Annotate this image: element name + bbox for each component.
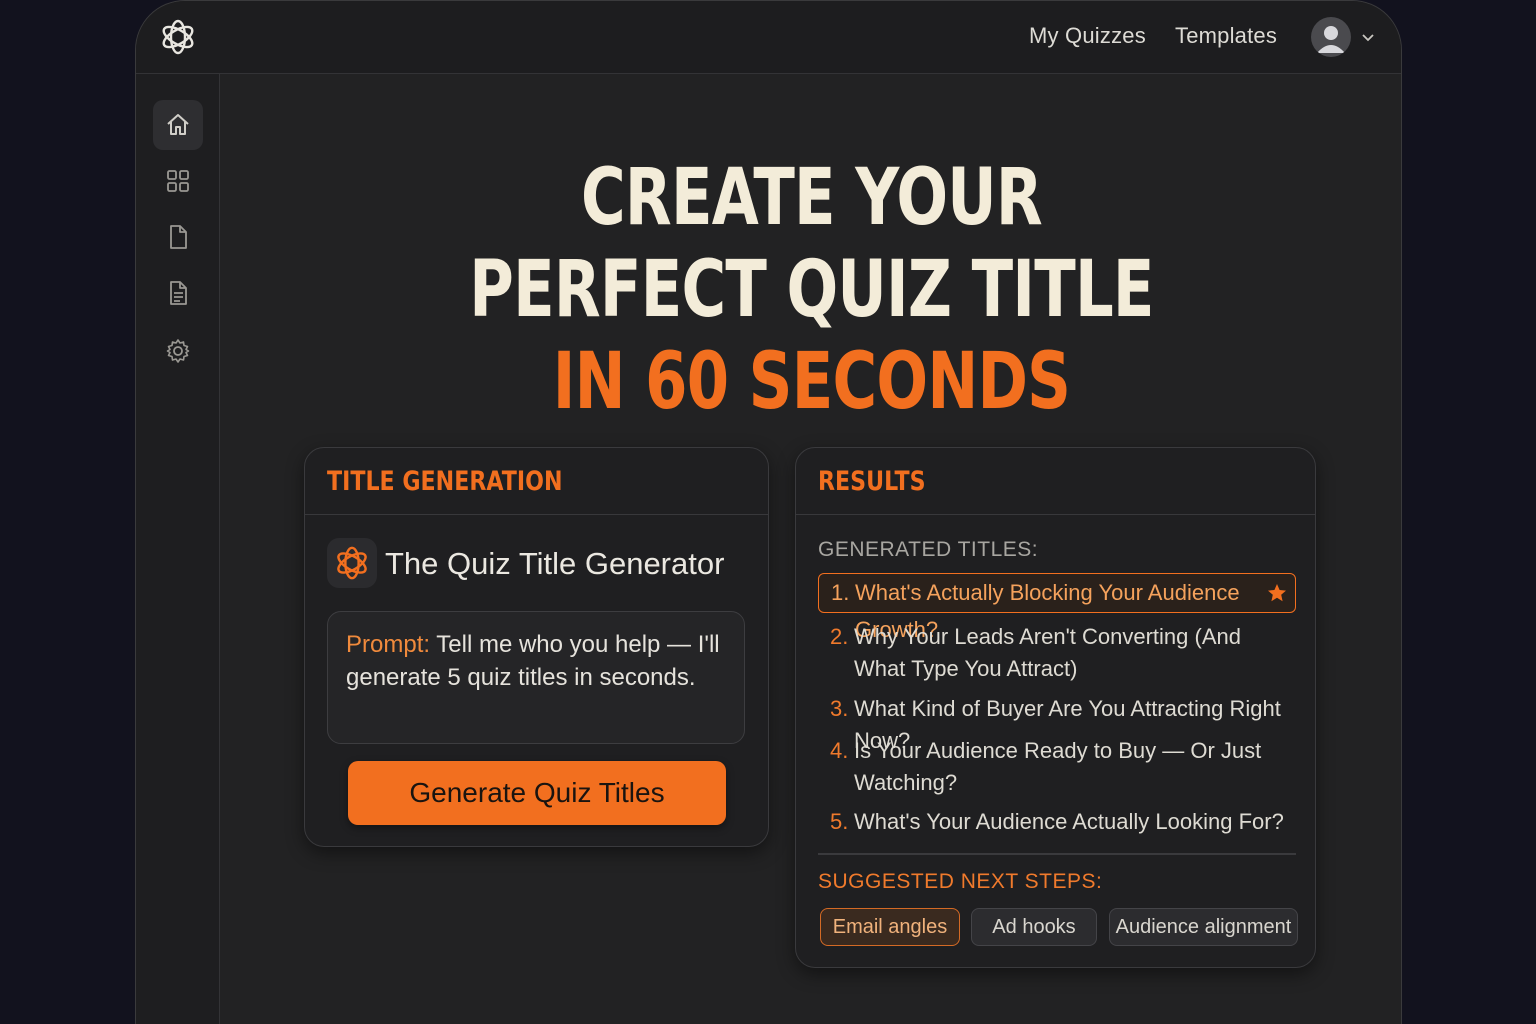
app-window: My Quizzes Templates CREATE YOUR PERFECT… — [135, 0, 1402, 1024]
chip-ad-hooks[interactable]: Ad hooks — [971, 908, 1097, 946]
sidebar — [136, 74, 220, 1024]
chip-audience-alignment[interactable]: Audience alignment — [1109, 908, 1298, 946]
result-text: What's Your Audience Actually Looking Fo… — [854, 809, 1284, 834]
card-header: TITLE GENERATION — [305, 448, 768, 515]
result-number: 4. — [830, 738, 849, 763]
generator-logo — [327, 538, 377, 588]
result-number: 1. — [831, 580, 850, 605]
generated-titles-heading: GENERATED TITLES: — [818, 538, 1039, 561]
app-logo-icon[interactable] — [158, 17, 198, 57]
document-icon — [170, 281, 187, 305]
hero-title-line-2: PERFECT QUIZ TITLE — [469, 245, 1154, 335]
generator-logo-icon — [337, 546, 367, 580]
result-number: 5. — [830, 809, 849, 834]
results-card: RESULTS GENERATED TITLES: 1. What's Actu… — [795, 447, 1316, 968]
sidebar-item-documents[interactable] — [153, 268, 203, 318]
top-bar: My Quizzes Templates — [136, 1, 1401, 74]
result-item-5[interactable]: 5. What's Your Audience Actually Looking… — [818, 806, 1296, 838]
result-item-4[interactable]: 4. Is Your Audience Ready to Buy — Or Ju… — [818, 735, 1296, 799]
result-text: Is Your Audience Ready to Buy — Or Just … — [854, 738, 1262, 795]
generator-name: The Quiz Title Generator — [385, 546, 725, 581]
chevron-down-icon[interactable] — [1360, 29, 1376, 45]
title-generation-card: TITLE GENERATION The Quiz Title Generato… — [304, 447, 769, 847]
sidebar-item-home[interactable] — [153, 100, 203, 150]
result-item-2[interactable]: 2. Why Your Leads Aren't Converting (And… — [818, 621, 1296, 685]
prompt-input[interactable]: Prompt: Tell me who you help — I'll gene… — [327, 611, 745, 744]
file-icon — [170, 225, 187, 249]
chip-email-angles[interactable]: Email angles — [820, 908, 960, 946]
result-number: 3. — [830, 696, 849, 721]
hero-title-line-3: IN 60 SECONDS — [552, 337, 1071, 427]
result-text: Why Your Leads Aren't Converting (And Wh… — [854, 624, 1241, 681]
card-title: TITLE GENERATION — [327, 466, 563, 497]
result-item-1[interactable]: 1. What's Actually Blocking Your Audienc… — [818, 573, 1296, 642]
prompt-label: Prompt: — [346, 631, 431, 658]
grid-icon — [167, 170, 189, 192]
home-icon — [167, 114, 189, 135]
card-title: RESULTS — [818, 466, 926, 497]
user-icon — [1317, 26, 1345, 53]
divider — [818, 853, 1296, 855]
sidebar-item-settings[interactable] — [153, 326, 203, 376]
nav-templates[interactable]: Templates — [1175, 23, 1277, 49]
gear-icon — [166, 339, 190, 363]
generate-quiz-titles-button[interactable]: Generate Quiz Titles — [348, 761, 726, 825]
star-icon[interactable] — [1267, 583, 1287, 603]
sidebar-item-files[interactable] — [153, 212, 203, 262]
next-steps-heading: SUGGESTED NEXT STEPS: — [818, 870, 1103, 893]
avatar[interactable] — [1311, 17, 1351, 57]
nav-my-quizzes[interactable]: My Quizzes — [1029, 23, 1146, 49]
sidebar-item-dashboard[interactable] — [153, 156, 203, 206]
card-header: RESULTS — [796, 448, 1315, 515]
result-number: 2. — [830, 624, 849, 649]
hero-title-line-1: CREATE YOUR — [581, 153, 1043, 243]
